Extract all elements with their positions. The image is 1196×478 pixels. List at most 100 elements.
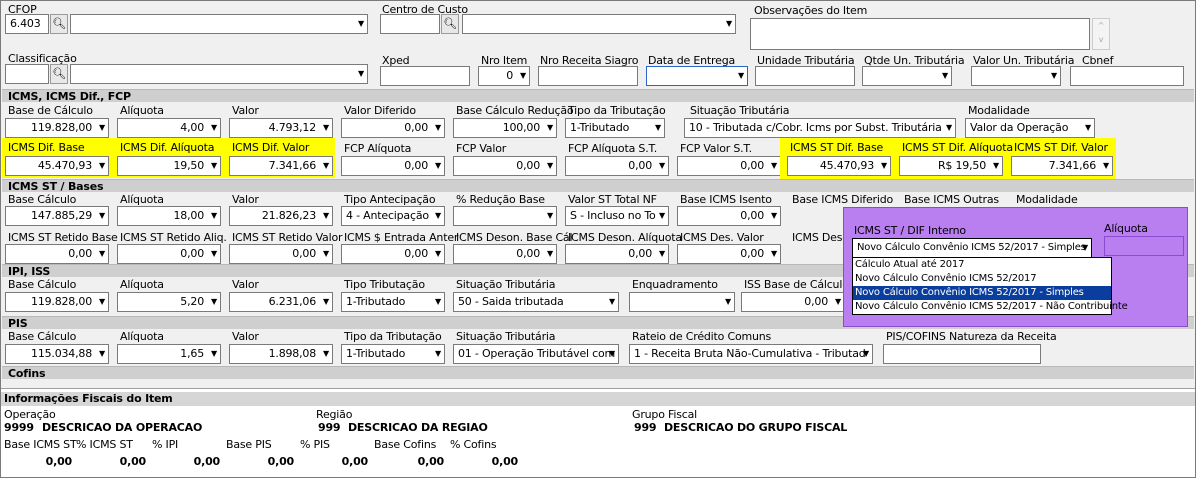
icms-modalidade-select[interactable]: Valor da Operação (965, 118, 1095, 138)
icms-st-base-calculo-input[interactable]: 147.885,29 (5, 206, 109, 226)
icms-st-valor-label: Valor (232, 193, 259, 206)
fcp-valor-input[interactable]: 0,00 (453, 156, 557, 176)
info-val-pct-cofins: 0,00 (491, 455, 519, 468)
popup-option-2[interactable]: Novo Cálculo Convênio ICMS 52/2017 (853, 272, 1111, 286)
icms-modalidade-label: Modalidade (968, 104, 1030, 117)
valor-un-trib-input[interactable] (971, 66, 1061, 86)
icms-st-dif-base-label: ICMS ST Dif. Base (790, 141, 884, 154)
qtde-un-trib-input[interactable] (862, 66, 952, 86)
deson-aliquota-label: ICMS Deson. Alíquota (568, 231, 682, 244)
nro-item-select[interactable]: 0 (478, 66, 530, 86)
centro-custo-search-icon[interactable]: 🔍︎ (441, 14, 459, 34)
icms-st-dif-valor-input[interactable]: 7.341,66 (1011, 156, 1113, 176)
icms-st-dif-interno-select[interactable]: Novo Cálculo Convênio ICMS 52/2017 - Sim… (852, 238, 1092, 258)
pis-situacao-select[interactable]: 01 - Operação Tributável com (453, 344, 619, 364)
entrada-anter-input[interactable]: 0,00 (341, 244, 445, 264)
enquadramento-select[interactable] (629, 292, 735, 312)
ipi-situacao-select[interactable]: 50 - Saida tributada (453, 292, 619, 312)
pis-valor-input[interactable]: 1.898,08 (229, 344, 333, 364)
des-valor-value: 0,00 (740, 247, 764, 260)
entrada-anter-value: 0,00 (404, 247, 428, 260)
ipi-aliquota-input[interactable]: 5,20 (117, 292, 221, 312)
operacao-code: 9999 (4, 421, 34, 434)
deson-aliquota-input[interactable]: 0,00 (565, 244, 669, 264)
icms-dif-aliquota-value: 19,50 (173, 159, 205, 172)
ipi-base-calculo-input[interactable]: 119.828,00 (5, 292, 109, 312)
deson-base-value: 0,00 (516, 247, 540, 260)
classificacao-search-icon[interactable]: 🔍︎ (50, 64, 68, 84)
pis-base-calculo-input[interactable]: 115.034,88 (5, 344, 109, 364)
centro-custo-dropdown[interactable] (462, 14, 736, 34)
cfop-input[interactable]: 6.403 (5, 14, 49, 34)
reducao-base-select[interactable] (453, 206, 557, 226)
icms-st-dif-aliquota-input[interactable]: R$ 19,50 (899, 156, 1003, 176)
icms-st-dif-valor-value: 7.341,66 (1048, 159, 1097, 172)
icms-st-modalidade-label: Modalidade (1016, 193, 1078, 206)
valor-st-total-label: Valor ST Total NF (568, 193, 657, 206)
icms-dif-base-input[interactable]: 45.470,93 (5, 156, 109, 176)
retido-valor-input[interactable]: 0,00 (229, 244, 333, 264)
classificacao-dropdown[interactable] (70, 64, 368, 84)
des-valor-input[interactable]: 0,00 (677, 244, 781, 264)
popup-option-3[interactable]: Novo Cálculo Convênio ICMS 52/2017 - Sim… (853, 286, 1111, 300)
obs-label: Observações do Item (754, 4, 868, 17)
cfop-dropdown[interactable] (70, 14, 368, 34)
icms-valor-diferido-input[interactable]: 0,00 (341, 118, 445, 138)
icms-aliquota-input[interactable]: 4,00 (117, 118, 221, 138)
ipi-valor-label: Valor (232, 278, 259, 291)
icms-dif-valor-input[interactable]: 7.341,66 (229, 156, 333, 176)
valor-st-total-select[interactable]: S - Incluso no To (565, 206, 669, 226)
entrada-anter-label: ICMS $ Entrada Anter (344, 231, 459, 244)
icms-valor-value: 4.793,12 (268, 121, 317, 134)
icms-dif-aliquota-input[interactable]: 19,50 (117, 156, 221, 176)
natureza-input[interactable] (883, 344, 1041, 364)
fcp-valor-st-value: 0,00 (740, 159, 764, 172)
unidade-trib-input[interactable] (755, 66, 855, 86)
base-isento-input[interactable]: 0,00 (677, 206, 781, 226)
retido-aliq-input[interactable]: 0,00 (117, 244, 221, 264)
icms-st-aliquota-label: Alíquota (120, 193, 164, 206)
fcp-aliquota-st-input[interactable]: 0,00 (565, 156, 669, 176)
icms-base-calculo-input[interactable]: 119.828,00 (5, 118, 109, 138)
operacao-desc: DESCRICAO DA OPERACAO (42, 421, 203, 434)
icms-dif-valor-value: 7.341,66 (268, 159, 317, 172)
centro-custo-input[interactable] (380, 14, 440, 34)
retido-base-input[interactable]: 0,00 (5, 244, 109, 264)
grupo-label: Grupo Fiscal (632, 408, 697, 421)
popup-option-1[interactable]: Cálculo Atual até 2017 (853, 258, 1111, 272)
xped-input[interactable] (380, 66, 470, 86)
icms-st-dif-base-input[interactable]: 45.470,93 (787, 156, 891, 176)
deson-base-input[interactable]: 0,00 (453, 244, 557, 264)
pis-tipo-trib-label: Tipo da Tributação (344, 330, 442, 343)
data-entrega-picker[interactable] (646, 66, 748, 86)
icms-base-reducao-input[interactable]: 100,00 (453, 118, 557, 138)
classificacao-input[interactable] (5, 64, 49, 84)
icms-valor-input[interactable]: 4.793,12 (229, 118, 333, 138)
icms-st-valor-input[interactable]: 21.826,23 (229, 206, 333, 226)
operacao-label: Operação (4, 408, 56, 421)
popup-aliquota-input[interactable] (1104, 236, 1184, 256)
ipi-tipo-trib-select[interactable]: 1-Tributado (341, 292, 445, 312)
popup-option-4[interactable]: Novo Cálculo Convênio ICMS 52/2017 - Não… (853, 300, 1128, 314)
pis-aliquota-input[interactable]: 1,65 (117, 344, 221, 364)
fcp-aliquota-input[interactable]: 0,00 (341, 156, 445, 176)
iss-base-input[interactable]: 0,00 (741, 292, 845, 312)
pis-tipo-trib-select[interactable]: 1-Tributado (341, 344, 445, 364)
tipo-antecipacao-select[interactable]: 4 - Antecipação (341, 206, 445, 226)
icms-situacao-select[interactable]: 10 - Tributada c/Cobr. Icms por Subst. T… (684, 118, 956, 138)
base-outras-label: Base ICMS Outras (904, 193, 999, 206)
cfop-search-icon[interactable]: 🔍︎ (50, 14, 68, 34)
obs-scrollbar[interactable]: ^ v (1092, 18, 1110, 50)
obs-textarea[interactable] (750, 18, 1090, 50)
info-col-base-pis: Base PIS (226, 438, 272, 451)
icms-tipo-trib-select[interactable]: 1-Tributado (565, 118, 665, 138)
nro-receita-input[interactable] (538, 66, 638, 86)
icms-dif-base-label: ICMS Dif. Base (8, 141, 85, 154)
info-col-pct-pis: % PIS (300, 438, 330, 451)
icms-st-aliquota-input[interactable]: 18,00 (117, 206, 221, 226)
rateio-select[interactable]: 1 - Receita Bruta Não-Cumulativa - Tribu… (629, 344, 873, 364)
ipi-valor-input[interactable]: 6.231,06 (229, 292, 333, 312)
ipi-tipo-trib-label: Tipo Tributação (344, 278, 425, 291)
fcp-valor-st-input[interactable]: 0,00 (677, 156, 781, 176)
cbnef-input[interactable] (1070, 66, 1184, 86)
